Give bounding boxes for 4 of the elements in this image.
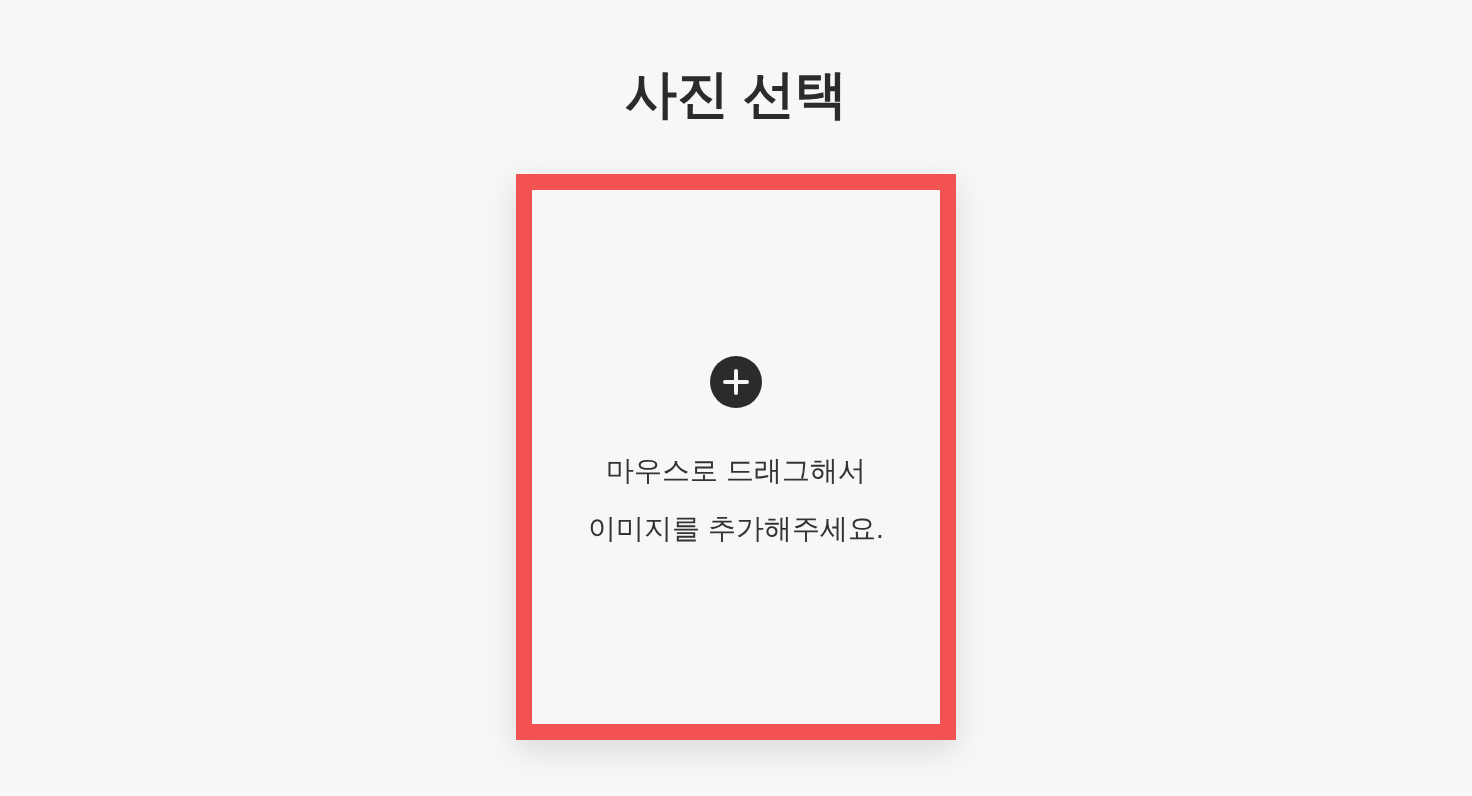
page-title: 사진 선택 — [624, 66, 848, 122]
drop-zone[interactable]: 마우스로 드래그해서 이미지를 추가해주세요. — [516, 174, 956, 740]
drop-instruction: 마우스로 드래그해서 이미지를 추가해주세요. — [588, 454, 884, 546]
plus-icon — [710, 356, 762, 408]
